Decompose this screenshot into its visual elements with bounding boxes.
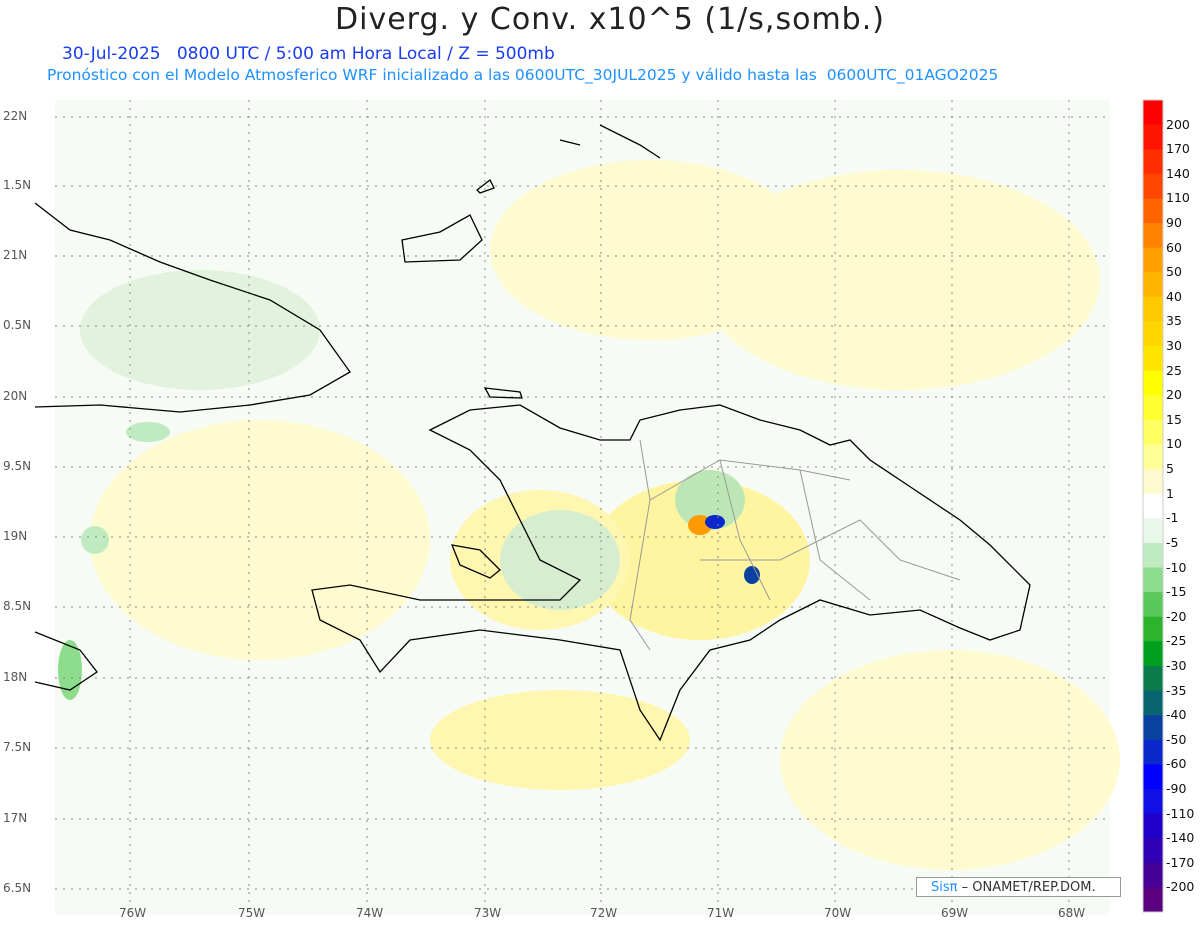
colorbar-label: 15	[1166, 411, 1182, 427]
lon-tick-label: 69W	[941, 906, 969, 920]
colorbar-swatch	[1143, 641, 1163, 667]
lat-tick-label: 17N	[3, 811, 28, 825]
colorbar-swatch	[1143, 173, 1163, 199]
colorbar-label: 60	[1166, 239, 1182, 255]
colorbar-swatch	[1143, 296, 1163, 322]
colorbar-label: 25	[1166, 362, 1182, 378]
colorbar-label: -35	[1166, 682, 1187, 698]
lon-tick-label: 74W	[356, 906, 384, 920]
lon-tick-label: 71W	[707, 906, 735, 920]
colorbar-swatch	[1143, 690, 1163, 716]
lat-tick-label: 21N	[3, 248, 28, 262]
credit-box: Sisπ – ONAMET/REP.DOM.	[916, 877, 1121, 897]
credit-brand: Sisπ	[931, 880, 958, 895]
colorbar-swatch	[1143, 198, 1163, 224]
credit-text: – ONAMET/REP.DOM.	[957, 880, 1096, 895]
colorbar-label: -110	[1166, 805, 1195, 821]
colorbar-swatch	[1143, 813, 1163, 839]
lat-tick-label: 0.5N	[3, 318, 32, 332]
colorbar-swatch	[1143, 665, 1163, 692]
colorbar-label: 30	[1166, 338, 1182, 354]
colorbar-label: -170	[1166, 854, 1195, 870]
colorbar-label: 140	[1166, 165, 1190, 181]
colorbar-label: -90	[1166, 780, 1187, 796]
colorbar-swatch	[1143, 100, 1163, 126]
colorbar-swatch	[1143, 788, 1163, 815]
colorbar-label: 10	[1166, 436, 1182, 452]
colorbar-label: -200	[1166, 879, 1195, 895]
colorbar-label: 200	[1166, 116, 1190, 132]
colorbar-label: -30	[1166, 657, 1187, 673]
colorbar-label: -50	[1166, 731, 1187, 747]
lat-tick-label: 22N	[3, 109, 28, 123]
lon-tick-label: 75W	[238, 906, 266, 920]
colorbar-label: -5	[1166, 534, 1179, 550]
map-canvas	[34, 99, 1164, 915]
lat-tick-label: 9.5N	[3, 459, 32, 473]
colorbar-swatch	[1143, 321, 1163, 347]
colorbar-swatch	[1143, 469, 1163, 495]
colorbar-label: 110	[1166, 190, 1190, 206]
colorbar-label: -140	[1166, 830, 1195, 846]
colorbar-label: -25	[1166, 633, 1187, 649]
field-shading	[55, 100, 1120, 915]
lat-tick-label: 7.5N	[3, 740, 32, 754]
colorbar-label: 20	[1166, 387, 1182, 403]
colorbar-label: 40	[1166, 288, 1182, 304]
colorbar-label: -1	[1166, 510, 1179, 526]
colorbar-swatch	[1143, 370, 1163, 396]
lon-tick-label: 68W	[1058, 906, 1086, 920]
colorbar-swatch	[1143, 419, 1163, 445]
colorbar-label: 5	[1166, 461, 1174, 477]
colorbar	[1143, 100, 1163, 913]
colorbar-label: 170	[1166, 141, 1190, 157]
colorbar-swatch	[1143, 862, 1163, 888]
lon-tick-label: 76W	[119, 906, 147, 920]
colorbar-label: 1	[1166, 485, 1174, 501]
lat-tick-label: 20N	[3, 389, 28, 403]
colorbar-swatch	[1143, 395, 1163, 421]
lat-tick-label: 8.5N	[3, 599, 32, 613]
colorbar-swatch	[1143, 542, 1163, 569]
lon-tick-label: 72W	[590, 906, 618, 920]
colorbar-swatch	[1143, 616, 1163, 642]
colorbar-swatch	[1143, 838, 1163, 864]
colorbar-swatch	[1143, 518, 1163, 544]
colorbar-label: -15	[1166, 584, 1187, 600]
lon-tick-label: 73W	[474, 906, 502, 920]
lat-tick-label: 19N	[3, 529, 28, 543]
colorbar-swatch	[1143, 223, 1163, 249]
lat-tick-label: 18N	[3, 670, 28, 684]
colorbar-swatch	[1143, 346, 1163, 372]
colorbar-label: 90	[1166, 215, 1182, 231]
colorbar-swatch	[1143, 124, 1163, 150]
colorbar-swatch	[1143, 764, 1163, 790]
lat-tick-label: 1.5N	[3, 178, 32, 192]
colorbar-label: -60	[1166, 756, 1187, 772]
colorbar-swatch	[1143, 715, 1163, 741]
colorbar-label: -40	[1166, 707, 1187, 723]
colorbar-swatch	[1143, 567, 1163, 593]
colorbar-swatch	[1143, 272, 1163, 298]
colorbar-swatch	[1143, 444, 1163, 470]
colorbar-label: -10	[1166, 559, 1187, 575]
colorbar-swatch	[1143, 887, 1163, 913]
colorbar-swatch	[1143, 493, 1163, 519]
forecast-map-figure: Diverg. y Conv. x10^5 (1/s,somb.) 30-Jul…	[0, 0, 1200, 927]
colorbar-swatch	[1143, 247, 1163, 273]
lat-tick-label: 6.5N	[3, 881, 32, 895]
colorbar-label: -20	[1166, 608, 1187, 624]
colorbar-swatch	[1143, 592, 1163, 618]
colorbar-label: 50	[1166, 264, 1182, 280]
colorbar-swatch	[1143, 149, 1163, 175]
lon-tick-label: 70W	[824, 906, 852, 920]
colorbar-swatch	[1143, 739, 1163, 765]
colorbar-label: 35	[1166, 313, 1182, 329]
